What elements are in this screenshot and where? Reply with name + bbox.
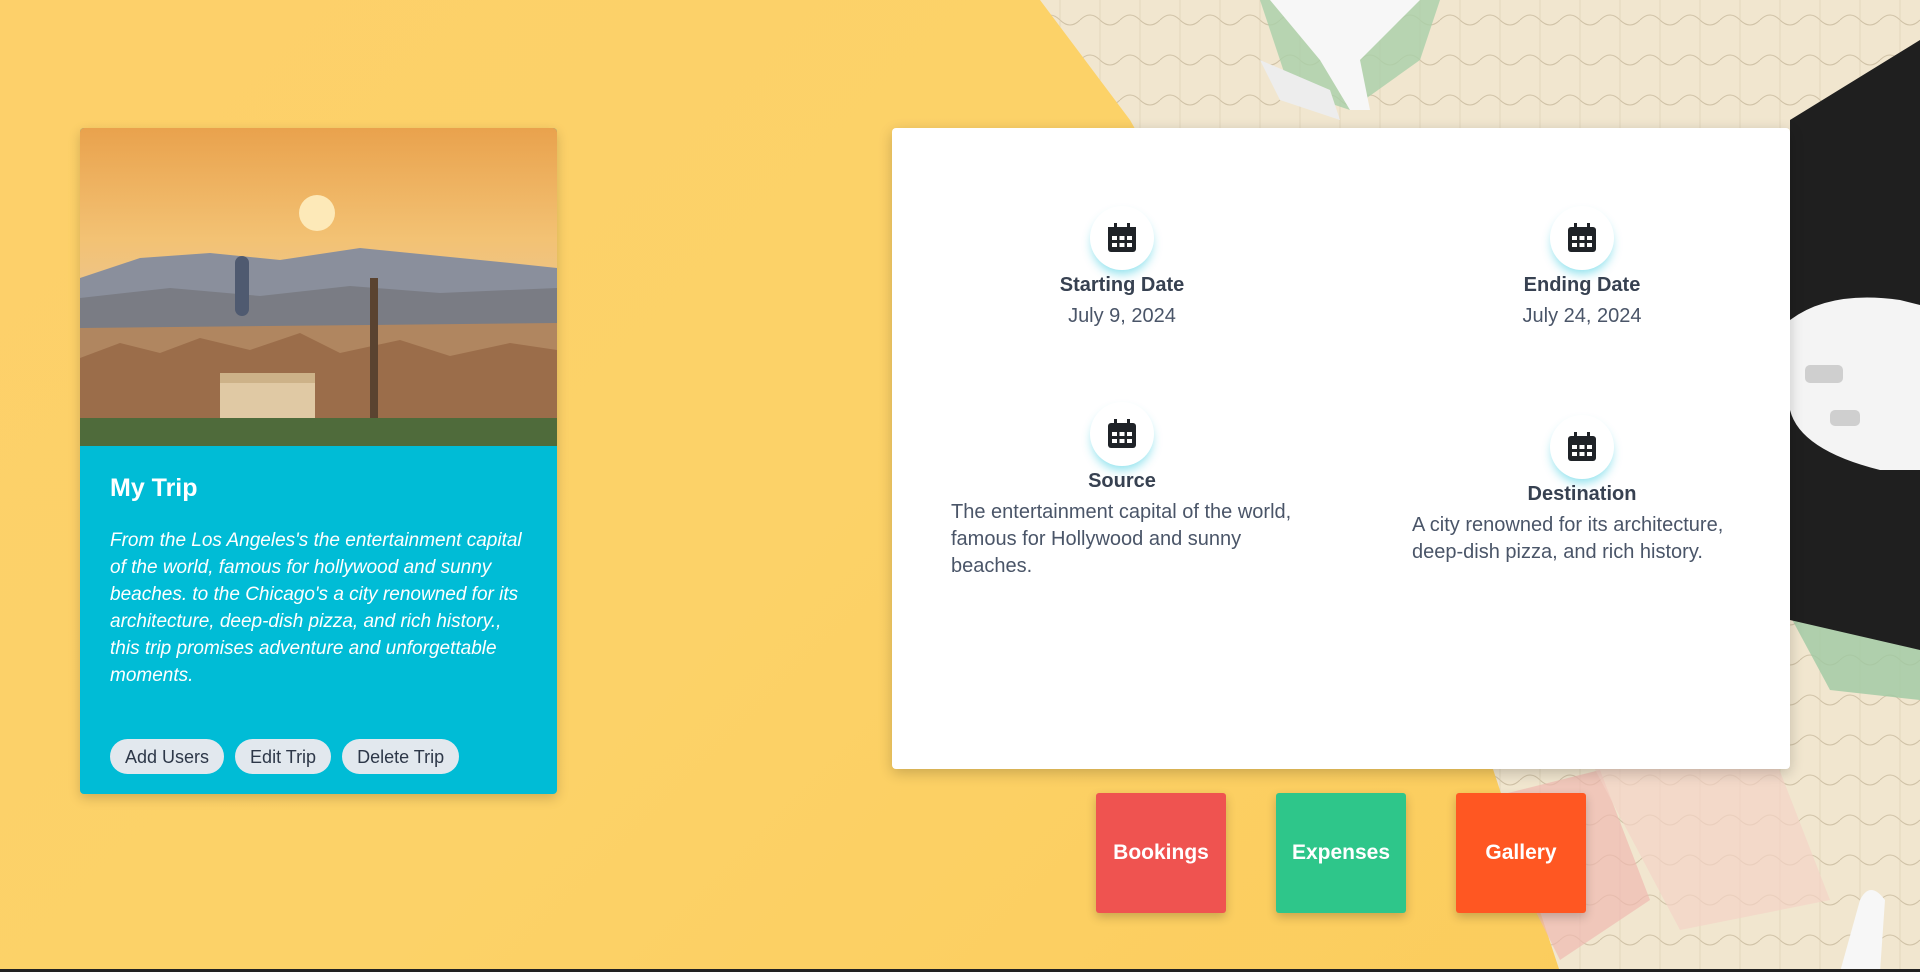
starting-date-value: July 9, 2024 xyxy=(1068,305,1176,327)
calendar-icon xyxy=(1090,402,1154,466)
source-value: The entertainment capital of the world, … xyxy=(951,501,1292,577)
source-label: Source xyxy=(1088,470,1156,492)
trip-details-panel: Starting Date July 9, 2024 Ending Date J… xyxy=(892,128,1790,769)
gallery-button[interactable]: Gallery xyxy=(1456,793,1586,913)
trip-cover-image xyxy=(80,128,557,446)
destination-value: A city renowned for its architecture, de… xyxy=(1412,514,1724,563)
add-users-button[interactable]: Add Users xyxy=(110,739,225,774)
starting-date-block: Starting Date July 9, 2024 xyxy=(1052,206,1192,328)
expenses-button[interactable]: Expenses xyxy=(1276,793,1406,913)
calendar-icon xyxy=(1090,206,1154,270)
source-block: Source The entertainment capital of the … xyxy=(951,402,1293,580)
ending-date-value: July 24, 2024 xyxy=(1522,305,1642,327)
bookings-button[interactable]: Bookings xyxy=(1096,793,1226,913)
calendar-icon xyxy=(1550,206,1614,270)
trip-actions: Add Users Edit Trip Delete Trip xyxy=(110,739,460,774)
calendar-icon xyxy=(1550,415,1614,479)
delete-trip-button[interactable]: Delete Trip xyxy=(342,739,460,774)
edit-trip-button[interactable]: Edit Trip xyxy=(235,739,332,774)
trip-title: My Trip xyxy=(110,474,198,502)
ending-date-block: Ending Date July 24, 2024 xyxy=(1512,206,1652,328)
ending-date-label: Ending Date xyxy=(1523,274,1641,296)
trip-card: My Trip From the Los Angeles's the enter… xyxy=(80,128,557,794)
destination-block: Destination A city renowned for its arch… xyxy=(1412,415,1752,566)
destination-label: Destination xyxy=(1527,483,1637,505)
trip-description: From the Los Angeles's the entertainment… xyxy=(110,530,522,686)
starting-date-label: Starting Date xyxy=(1059,274,1185,296)
